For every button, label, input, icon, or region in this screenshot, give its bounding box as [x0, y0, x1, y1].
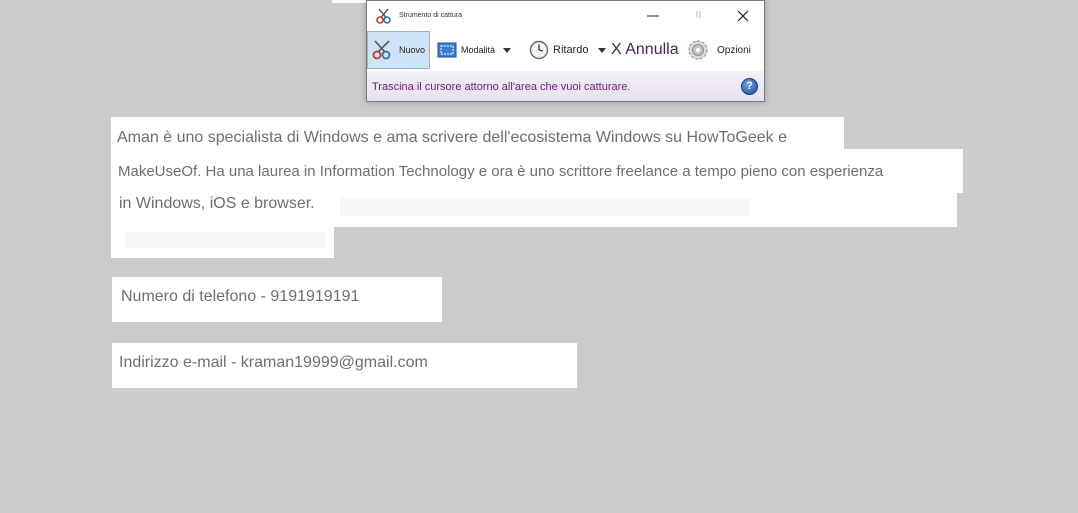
cancel-label: X Annulla	[611, 41, 679, 58]
cancel-button[interactable]: X Annulla	[611, 31, 683, 69]
instruction-text: Trascina il cursore attorno all'area che…	[372, 81, 631, 93]
gear-icon	[688, 40, 708, 60]
phone-number: Numero di telefono - 9191919191	[121, 288, 360, 305]
close-icon	[737, 10, 749, 22]
maximize-button[interactable]	[685, 5, 713, 27]
chevron-down-icon	[503, 47, 512, 53]
mode-dropdown-button[interactable]: Modalità	[437, 31, 521, 69]
options-label: Opzioni	[717, 44, 751, 56]
maximize-icon	[696, 11, 701, 18]
background-edge	[332, 0, 368, 3]
email-address: Indirizzo e-mail - kraman19999@gmail.com	[119, 354, 428, 371]
clock-icon	[529, 40, 549, 60]
new-snip-label: Nuovo	[399, 45, 426, 55]
close-button[interactable]	[729, 5, 757, 27]
ghost-text	[125, 232, 325, 248]
ghost-text	[340, 198, 750, 216]
bio-line-2: MakeUseOf. Ha una laurea in Information …	[118, 163, 884, 180]
scissors-icon	[372, 40, 391, 60]
status-bar: Trascina il cursore attorno all'area che…	[367, 71, 764, 101]
snipping-tool-window: Strumento di cattura Nuovo Modalità Rita…	[366, 0, 765, 102]
title-bar[interactable]: Strumento di cattura	[367, 1, 764, 31]
new-snip-button[interactable]: Nuovo	[367, 31, 430, 69]
options-button[interactable]: Opzioni	[687, 31, 765, 69]
mode-label: Modalità	[461, 45, 496, 55]
rectangle-snip-icon	[437, 42, 457, 58]
delay-label: Ritardo	[553, 44, 589, 56]
bio-line-1: Aman è uno specialista di Windows e ama …	[117, 129, 788, 146]
toolbar: Nuovo Modalità Ritardo X Annulla Opzioni	[367, 31, 764, 71]
window-title: Strumento di cattura	[399, 12, 463, 19]
help-icon[interactable]: ?	[741, 78, 758, 95]
delay-dropdown-button[interactable]: Ritardo	[529, 31, 609, 69]
chevron-down-icon	[598, 47, 607, 53]
minimize-icon	[647, 15, 659, 17]
bio-line-3: in Windows, iOS e browser.	[119, 195, 315, 212]
minimize-button[interactable]	[639, 5, 667, 27]
scissors-icon	[376, 8, 391, 24]
